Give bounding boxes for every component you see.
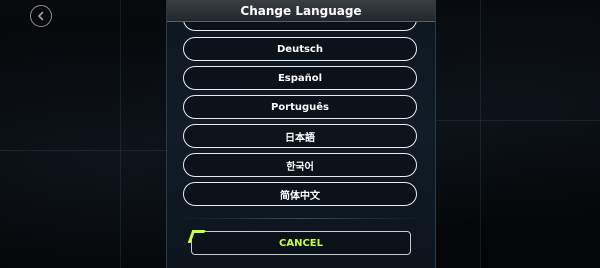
dialog-title: Change Language — [167, 0, 435, 22]
background-line — [436, 120, 600, 121]
language-option-deutsch[interactable]: Deutsch — [183, 37, 417, 61]
background-line — [0, 150, 166, 151]
language-option-espanol[interactable]: Español — [183, 66, 417, 90]
language-option-partial[interactable]: Italiano — [183, 21, 417, 31]
language-option-japanese[interactable]: 日本語 — [183, 124, 417, 148]
chevron-left-icon — [36, 11, 46, 21]
language-option-korean[interactable]: 한국어 — [183, 153, 417, 177]
change-language-dialog: Change Language Italiano Deutsch Español… — [166, 0, 436, 268]
back-button[interactable] — [30, 5, 52, 27]
language-option-portugues[interactable]: Português — [183, 95, 417, 119]
language-option-chinese-simplified[interactable]: 简体中文 — [183, 182, 417, 206]
cancel-label: CANCEL — [279, 237, 323, 249]
background-line — [480, 0, 481, 268]
language-list[interactable]: Italiano Deutsch Español Português 日本語 한… — [167, 21, 435, 216]
button-accent — [187, 230, 206, 243]
divider — [175, 218, 427, 219]
background-line — [120, 0, 121, 268]
cancel-button[interactable]: CANCEL — [187, 230, 411, 255]
